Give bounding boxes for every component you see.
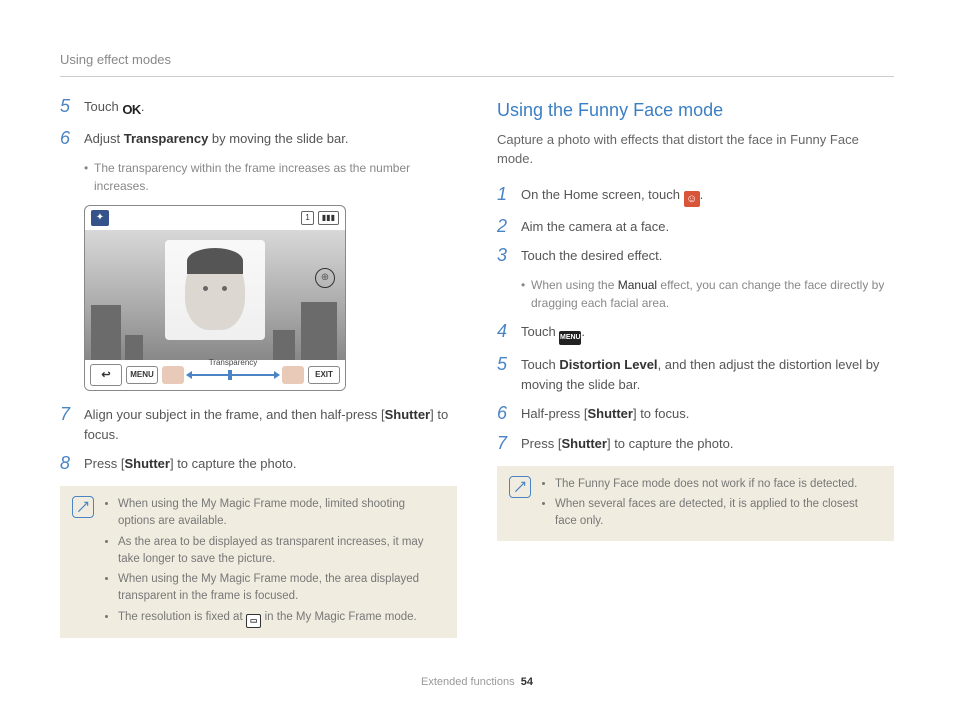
note-bullet: The Funny Face mode does not work if no … <box>555 476 882 493</box>
note-bullet: When using the My Magic Frame mode, limi… <box>118 496 445 531</box>
step-text: Press [ <box>521 436 561 451</box>
step-text: . <box>700 187 704 202</box>
step-2: 2 Aim the camera at a face. <box>497 217 894 237</box>
page-number: 54 <box>521 676 533 688</box>
step-6: 6 Adjust Transparency by moving the slid… <box>60 129 457 149</box>
step-number: 6 <box>60 129 74 149</box>
step-bold: Shutter <box>124 456 170 471</box>
step-text: Align your subject in the frame, and the… <box>84 407 385 422</box>
step-bold: Distortion Level <box>559 357 657 372</box>
shot-count: 1 <box>301 211 313 225</box>
back-button[interactable]: ↩ <box>90 364 122 387</box>
step-number: 4 <box>497 322 511 345</box>
step-text: ] to capture the photo. <box>170 456 296 471</box>
step-8: 8 Press [Shutter] to capture the photo. <box>60 454 457 474</box>
page-footer: Extended functions 54 <box>60 660 894 691</box>
step-3: 3 Touch the desired effect. <box>497 246 894 266</box>
step-text: Touch <box>521 357 559 372</box>
note-bullet: When several faces are detected, it is a… <box>555 496 882 531</box>
step-text: Touch the desired effect. <box>521 246 894 266</box>
step-bold: Shutter <box>385 407 431 422</box>
step-3-bullet: When using the Manual effect, you can ch… <box>521 276 894 312</box>
funnyface-icon <box>684 191 700 207</box>
menu-icon: MENU <box>559 331 581 345</box>
step-text: by moving the slide bar. <box>208 131 348 146</box>
step-text: Press [ <box>84 456 124 471</box>
step-text: Touch <box>84 99 122 114</box>
step-text: . <box>581 324 585 339</box>
note-icon <box>72 496 94 518</box>
step-5: 5 Touch OK. <box>60 97 457 120</box>
resolution-icon: ▭ <box>246 614 262 628</box>
globe-icon: ⊕ <box>315 268 335 288</box>
footer-section: Extended functions <box>421 676 515 688</box>
step-4: 4 Touch MENU. <box>497 322 894 345</box>
breadcrumb-header: Using effect modes <box>60 50 894 77</box>
section-title: Using the Funny Face mode <box>497 97 894 124</box>
step-text: Adjust <box>84 131 124 146</box>
face-thumb-left[interactable] <box>162 366 184 384</box>
slider-label: Transparency <box>188 357 278 369</box>
battery-icon: ▮▮▮ <box>318 211 339 225</box>
note-icon <box>509 476 531 498</box>
step-7: 7 Align your subject in the frame, and t… <box>60 405 457 444</box>
step-number: 7 <box>497 434 511 454</box>
right-column: Using the Funny Face mode Capture a phot… <box>497 97 894 660</box>
step-1: 1 On the Home screen, touch . <box>497 185 894 207</box>
face-preview-frame <box>165 240 265 340</box>
step-text: . <box>141 99 145 114</box>
step-5r: 5 Touch Distortion Level, and then adjus… <box>497 355 894 394</box>
step-bold: Shutter <box>561 436 607 451</box>
ok-icon: OK <box>122 100 141 120</box>
step-bold: Shutter <box>587 406 633 421</box>
step-number: 1 <box>497 185 511 207</box>
step-number: 8 <box>60 454 74 474</box>
step-number: 3 <box>497 246 511 266</box>
note-bullet: As the area to be displayed as transpare… <box>118 534 445 569</box>
step-6-bullet: The transparency within the frame increa… <box>84 159 457 195</box>
section-description: Capture a photo with effects that distor… <box>497 130 894 169</box>
camera-screenshot: ✦ 1 ▮▮▮ ⊕ ↩ MENU <box>84 205 346 392</box>
step-bold: Transparency <box>124 131 209 146</box>
step-text: ] to focus. <box>633 406 689 421</box>
step-text: Touch <box>521 324 559 339</box>
note-bullet: When using the My Magic Frame mode, the … <box>118 571 445 606</box>
step-number: 5 <box>497 355 511 394</box>
step-text: Half-press [ <box>521 406 587 421</box>
step-number: 7 <box>60 405 74 444</box>
magic-frame-icon: ✦ <box>91 210 109 226</box>
step-text: ] to capture the photo. <box>607 436 733 451</box>
step-6r: 6 Half-press [Shutter] to focus. <box>497 404 894 424</box>
step-number: 2 <box>497 217 511 237</box>
step-number: 5 <box>60 97 74 120</box>
left-column: 5 Touch OK. 6 Adjust Transparency by mov… <box>60 97 457 660</box>
step-text: Aim the camera at a face. <box>521 217 894 237</box>
step-number: 6 <box>497 404 511 424</box>
step-7r: 7 Press [Shutter] to capture the photo. <box>497 434 894 454</box>
menu-button[interactable]: MENU <box>126 366 158 384</box>
right-note-box: The Funny Face mode does not work if no … <box>497 466 894 541</box>
transparency-slider[interactable]: Transparency <box>188 370 278 380</box>
step-text: On the Home screen, touch <box>521 187 684 202</box>
face-thumb-right[interactable] <box>282 366 304 384</box>
exit-button[interactable]: EXIT <box>308 366 340 384</box>
left-note-box: When using the My Magic Frame mode, limi… <box>60 486 457 638</box>
note-bullet: The resolution is fixed at ▭ in the My M… <box>118 609 445 628</box>
